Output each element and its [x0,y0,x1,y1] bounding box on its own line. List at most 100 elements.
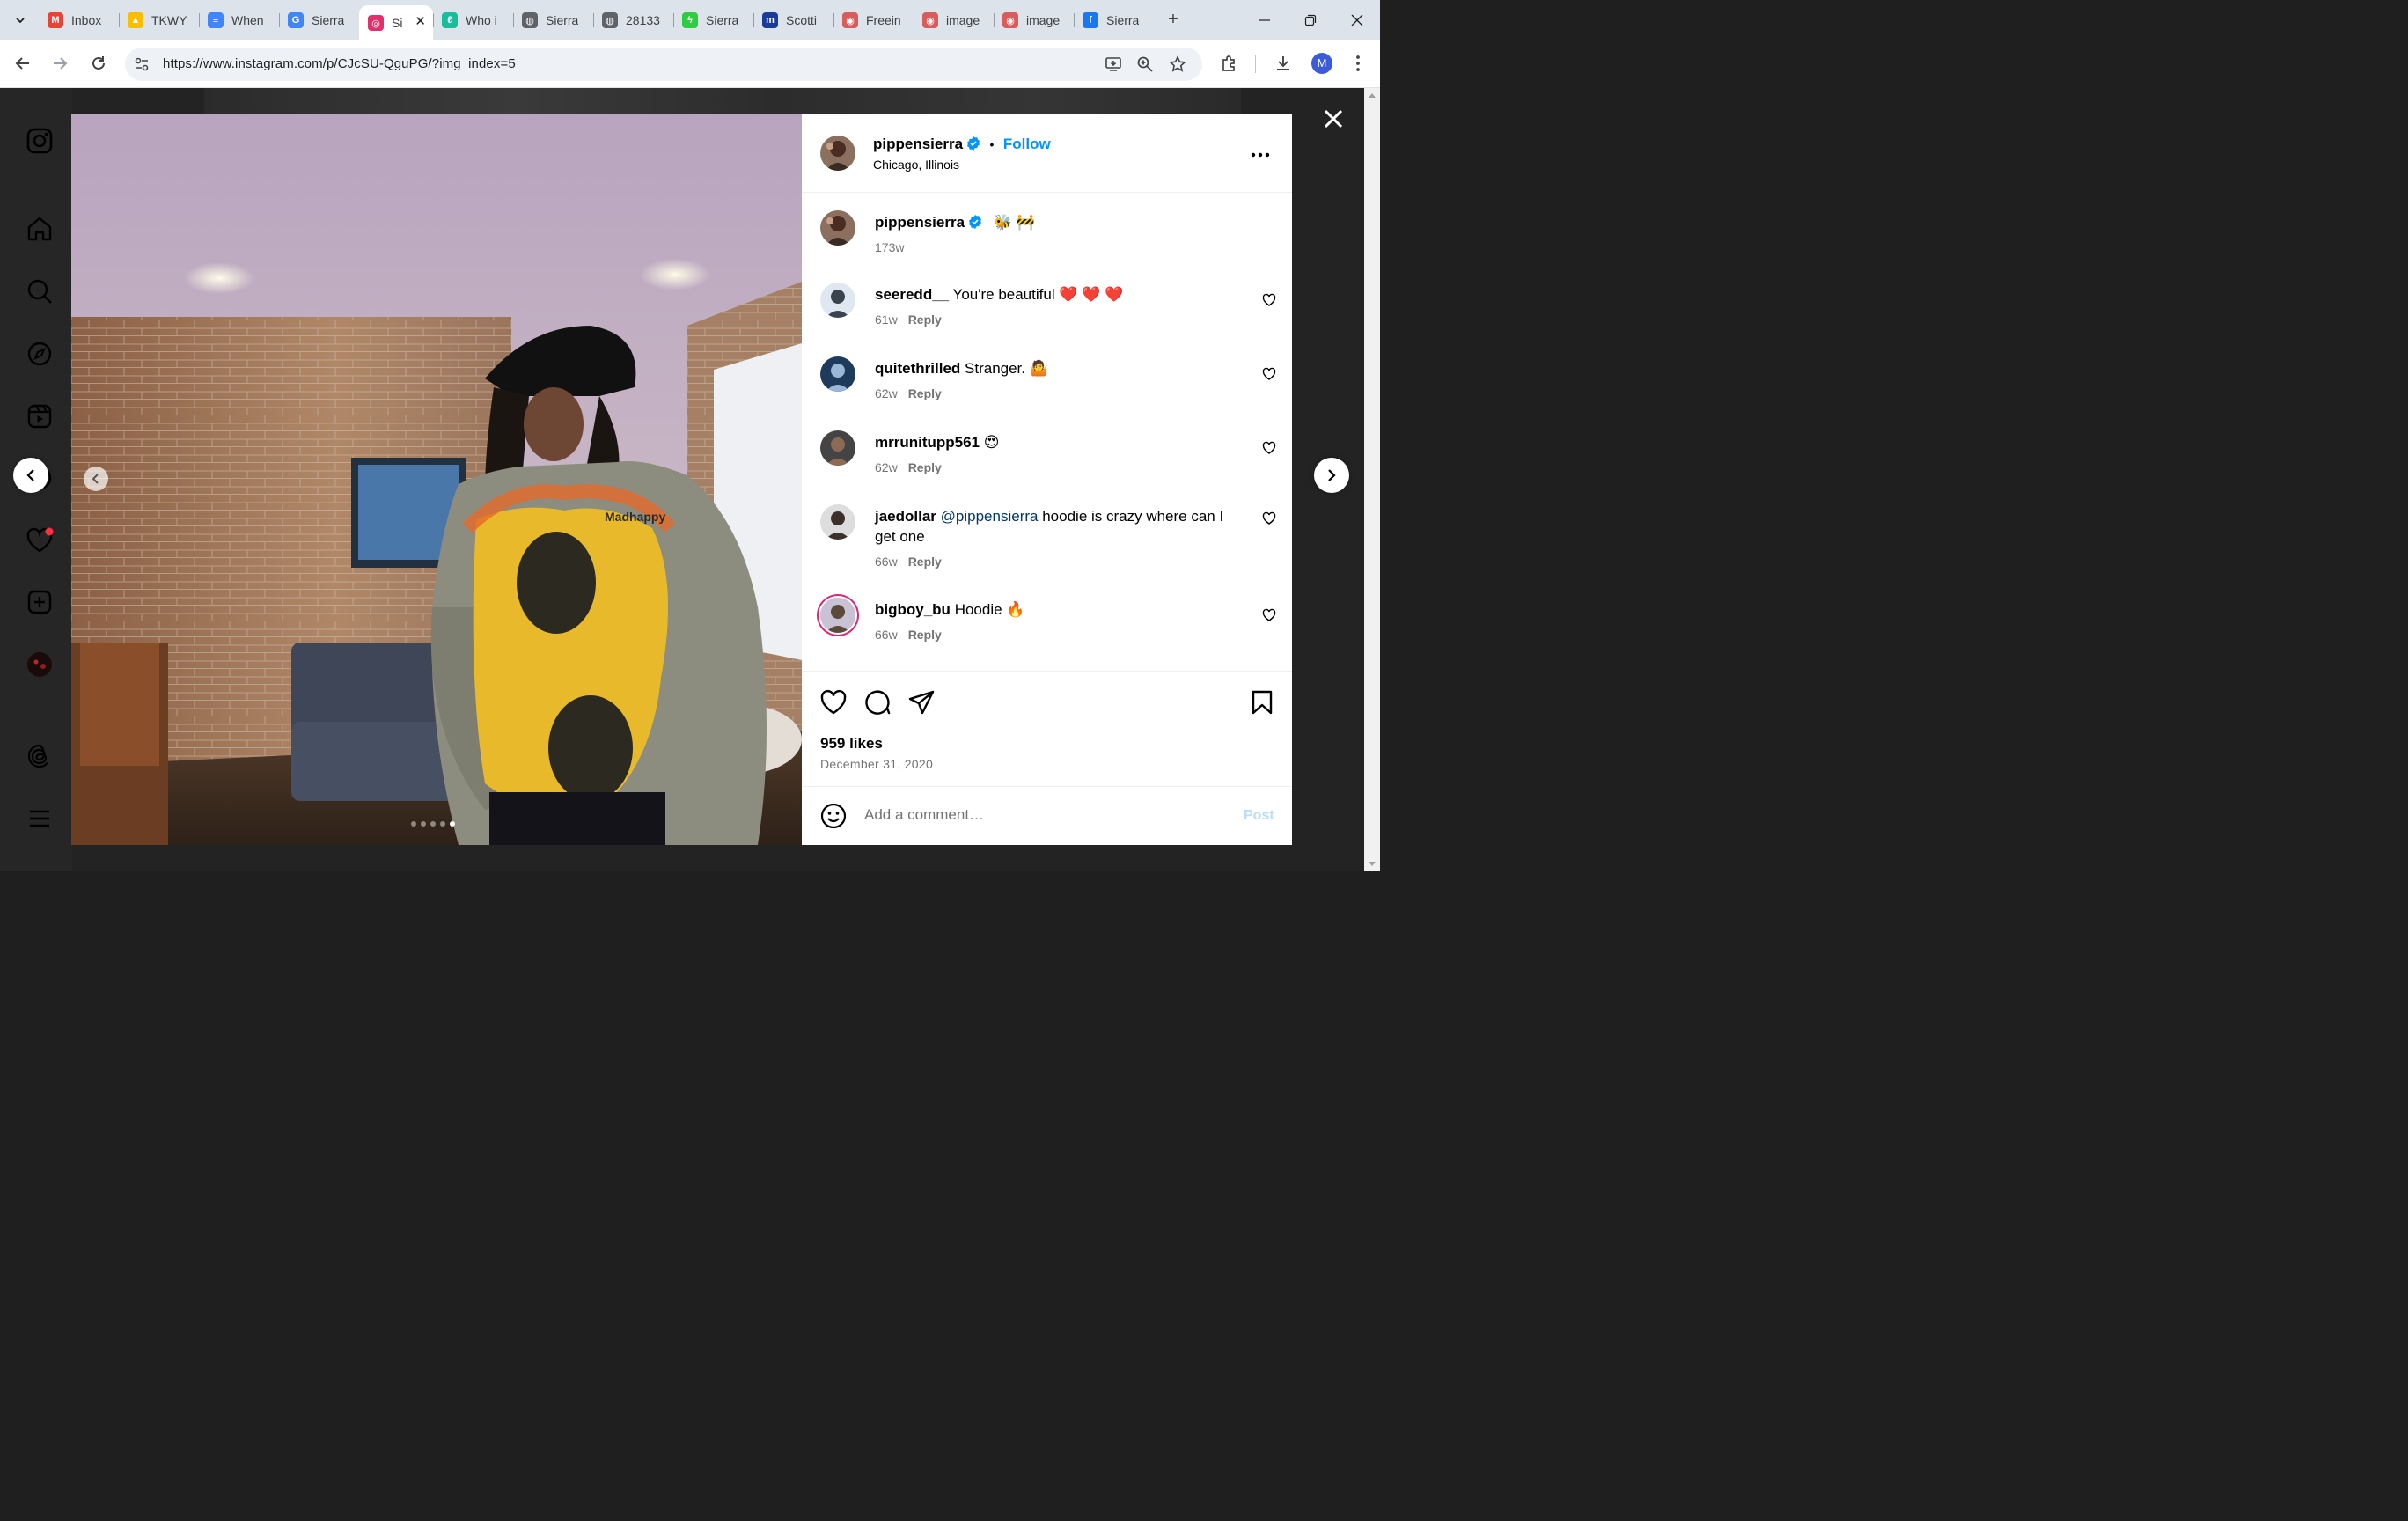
toolbar-divider [1255,55,1256,73]
zoom-icon[interactable] [1135,55,1155,74]
commenter-username[interactable]: jaedollar [875,508,936,525]
post-location[interactable]: Chicago, Illinois [873,158,959,172]
comment-age[interactable]: 66w [875,555,898,569]
home-icon[interactable] [25,214,55,244]
commenter-avatar[interactable] [820,598,855,633]
browser-tab[interactable]: f Sierra [1074,5,1154,35]
reels-icon[interactable] [25,401,55,431]
next-post-button[interactable] [1314,458,1349,493]
browser-tab[interactable]: ◉ image [914,5,994,35]
downloads-icon[interactable] [1272,52,1295,75]
post-photo[interactable]: Madhappy [71,114,802,845]
comment-like-heart-icon[interactable] [1262,608,1276,622]
reply-button[interactable]: Reply [908,628,942,642]
commenter-avatar[interactable] [820,504,855,540]
browser-tab[interactable]: ≡ When [199,5,279,35]
comment-like-heart-icon[interactable] [1262,293,1276,307]
photo-prev-button[interactable] [84,467,108,491]
post-date[interactable]: December 31, 2020 [820,757,933,771]
browser-tab[interactable]: ◉ image [994,5,1074,35]
tab-label: When [231,13,264,27]
browser-tab[interactable]: ◎ Si ✕ [359,5,433,40]
restore-button[interactable] [1297,9,1324,32]
reply-button[interactable]: Reply [908,555,942,569]
chevron-right-icon [1328,469,1336,481]
scroll-down-icon[interactable] [1368,861,1377,868]
search-icon[interactable] [25,276,55,306]
tab-label: Si [392,16,403,30]
browser-tab[interactable]: G Sierra [279,5,359,35]
author-avatar[interactable] [820,136,855,171]
back-button[interactable] [9,49,37,77]
author-username[interactable]: pippensierra [873,136,963,152]
browser-tab[interactable]: ϟ Sierra [673,5,753,35]
comment-mention[interactable]: @pippensierra [941,508,1039,525]
instagram-logo-icon[interactable] [25,126,55,156]
install-app-icon[interactable] [1104,55,1123,74]
reply-button[interactable]: Reply [908,312,942,327]
profile-avatar[interactable]: M [1311,53,1332,74]
commenter-username[interactable]: quitethrilled [875,360,960,377]
close-window-button[interactable] [1344,9,1370,32]
tab-search-button[interactable] [7,7,33,33]
add-comment-input[interactable]: Add a comment… [864,806,984,824]
minimize-button[interactable] [1252,9,1278,32]
comment-age[interactable]: 62w [875,386,898,400]
follow-button[interactable]: Follow [1003,136,1051,152]
bookmark-star-icon[interactable] [1168,55,1187,74]
more-options-button[interactable] [1251,146,1270,162]
site-settings-icon[interactable] [132,55,151,74]
reply-button[interactable]: Reply [908,386,942,400]
reply-button[interactable]: Reply [908,460,942,474]
reload-button[interactable] [84,49,113,77]
comment-bubble-icon[interactable] [864,689,891,716]
address-bar[interactable]: https://www.instagram.com/p/CJcSU-QguPG/… [125,48,1202,81]
comment-age[interactable]: 62w [875,460,898,474]
browser-tab[interactable]: M Inbox [39,5,119,35]
notifications-heart-icon[interactable] [25,525,55,555]
create-icon[interactable] [25,587,55,617]
browser-tab[interactable]: ◉ Freein [833,5,914,35]
likes-count[interactable]: 959 likes [820,735,883,753]
browser-tab[interactable]: ℓ Who i [433,5,513,35]
commenter-username[interactable]: bigboy_bu [875,601,951,618]
commenter-avatar[interactable] [820,430,855,466]
threads-icon[interactable] [25,741,55,771]
comment-like-heart-icon[interactable] [1262,441,1276,455]
comment-like-heart-icon[interactable] [1262,367,1276,381]
browser-tab[interactable]: ◍ Sierra [513,5,593,35]
caption-age[interactable]: 173w [875,240,904,254]
profile-avatar-icon[interactable] [25,650,55,680]
commenter-avatar[interactable] [820,283,855,318]
caption-avatar[interactable] [820,210,855,246]
share-send-icon[interactable] [908,689,935,716]
forward-button[interactable] [46,49,74,77]
commenter-avatar[interactable] [820,356,855,392]
explore-icon[interactable] [25,339,55,369]
browser-menu-icon[interactable] [1347,52,1369,75]
commenter-username[interactable]: mrrunitupp561 [875,434,980,451]
gmail-icon: M [48,12,63,28]
comment-like-heart-icon[interactable] [1262,511,1276,525]
url-text[interactable]: https://www.instagram.com/p/CJcSU-QguPG/… [163,56,516,71]
previous-post-button[interactable] [13,458,48,493]
browser-tab[interactable]: ◍ 28133 [593,5,673,35]
close-modal-button[interactable] [1320,106,1347,132]
comment-age[interactable]: 61w [875,312,898,327]
page-scrollbar[interactable] [1364,88,1380,871]
close-tab-icon[interactable]: ✕ [415,13,426,29]
commenter-username[interactable]: seeredd__ [875,286,949,303]
new-tab-button[interactable]: + [1164,9,1183,30]
post-comment-button[interactable]: Post [1244,808,1274,824]
save-bookmark-icon[interactable] [1249,689,1275,716]
extensions-icon[interactable] [1218,52,1241,75]
browser-tab[interactable]: m Scotti [753,5,833,35]
emoji-smiley-icon[interactable] [820,803,847,829]
browser-toolbar: https://www.instagram.com/p/CJcSU-QguPG/… [0,40,1380,88]
more-menu-icon[interactable] [25,804,55,834]
browser-tab[interactable]: ▲ TKWY [119,5,199,35]
comment-age[interactable]: 66w [875,628,898,642]
like-heart-icon[interactable] [820,689,847,716]
caption-username[interactable]: pippensierra [875,214,965,231]
scroll-up-icon[interactable] [1368,92,1377,99]
